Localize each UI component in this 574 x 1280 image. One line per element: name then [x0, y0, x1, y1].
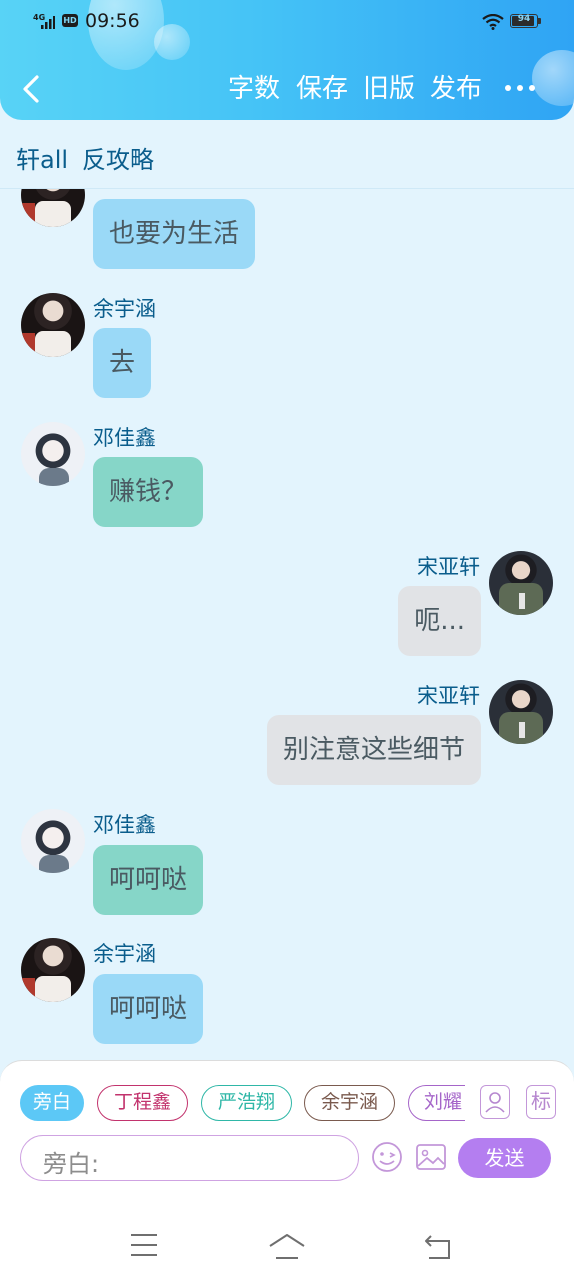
emoji-icon[interactable] [371, 1141, 403, 1173]
send-button[interactable]: 发送 [458, 1138, 551, 1178]
wifi-icon [482, 14, 504, 30]
speaker-name: 邓佳鑫 [93, 813, 156, 837]
character-chip[interactable]: 丁程鑫 [97, 1085, 188, 1121]
old-version-button[interactable]: 旧版 [363, 72, 415, 106]
avatar[interactable] [21, 938, 85, 1002]
status-time: 09:56 [85, 10, 140, 32]
message-bubble[interactable]: 赚钱？ [93, 457, 204, 527]
character-chip[interactable]: 严浩翔 [201, 1085, 292, 1121]
avatar[interactable] [21, 422, 85, 486]
avatar[interactable] [489, 680, 553, 744]
speaker-name: 余宇涵 [93, 297, 156, 321]
speaker-name: 余宇涵 [93, 942, 156, 966]
speaker-name: 宋亚轩 [417, 684, 480, 708]
chapter-title: 反攻略 [82, 146, 154, 174]
hd-badge: HD [62, 14, 78, 27]
status-bar: 4G HD 09:56 94 [0, 8, 574, 36]
story-title: 轩all [16, 146, 69, 174]
system-nav-bar [0, 1212, 574, 1280]
avatar[interactable] [21, 293, 85, 357]
chat-area[interactable]: 也要为生活 余宇涵 去 邓佳鑫 赚钱？ 宋亚轩 呃... 宋亚轩 别注意这些细节… [0, 189, 574, 1059]
battery-icon: 94 [510, 14, 538, 28]
avatar[interactable] [21, 809, 85, 873]
character-selector[interactable]: 旁白 丁程鑫 严浩翔 余宇涵 刘耀 [15, 1061, 465, 1141]
message-input[interactable]: 旁白: [20, 1135, 359, 1181]
compose-panel: 旁白 丁程鑫 严浩翔 余宇涵 刘耀 标 旁白: 发送 [0, 1060, 574, 1212]
input-placeholder: 旁白: [43, 1150, 100, 1178]
decor-bubble [532, 50, 574, 106]
cellular-signal-icon: 4G [33, 13, 55, 29]
message-bubble[interactable]: 也要为生活 [93, 199, 256, 269]
menu-icon[interactable] [130, 1232, 158, 1258]
battery-percent: 94 [517, 14, 531, 24]
message-bubble[interactable]: 呵呵哒 [93, 974, 204, 1044]
message-bubble[interactable]: 呵呵哒 [93, 845, 204, 915]
character-chip[interactable]: 刘耀 [408, 1085, 465, 1121]
message-bubble[interactable]: 呃... [398, 586, 481, 656]
avatar[interactable] [489, 551, 553, 615]
home-icon[interactable] [268, 1232, 306, 1260]
character-chip-narrator[interactable]: 旁白 [20, 1085, 84, 1121]
character-chip[interactable]: 余宇涵 [304, 1085, 395, 1121]
save-button[interactable]: 保存 [296, 72, 348, 106]
image-icon[interactable] [415, 1141, 447, 1173]
network-type: 4G [33, 13, 45, 22]
more-options-icon[interactable] [503, 78, 537, 100]
word-count-button[interactable]: 字数 [228, 72, 280, 106]
back-arrow-icon[interactable] [18, 74, 46, 104]
publish-button[interactable]: 发布 [430, 72, 482, 106]
mark-button[interactable]: 标 [526, 1085, 556, 1119]
battery-tip [538, 18, 541, 24]
top-header: 4G HD 09:56 94 字数 保存 旧版 发布 [0, 0, 574, 120]
story-title-bar: 轩all 反攻略 [0, 124, 574, 189]
speaker-name: 宋亚轩 [417, 555, 480, 579]
message-bubble[interactable]: 去 [93, 328, 152, 398]
message-bubble[interactable]: 别注意这些细节 [266, 715, 481, 785]
person-icon[interactable] [480, 1085, 510, 1119]
back-nav-icon[interactable] [423, 1232, 453, 1260]
speaker-name: 邓佳鑫 [93, 426, 156, 450]
avatar[interactable] [21, 189, 85, 227]
